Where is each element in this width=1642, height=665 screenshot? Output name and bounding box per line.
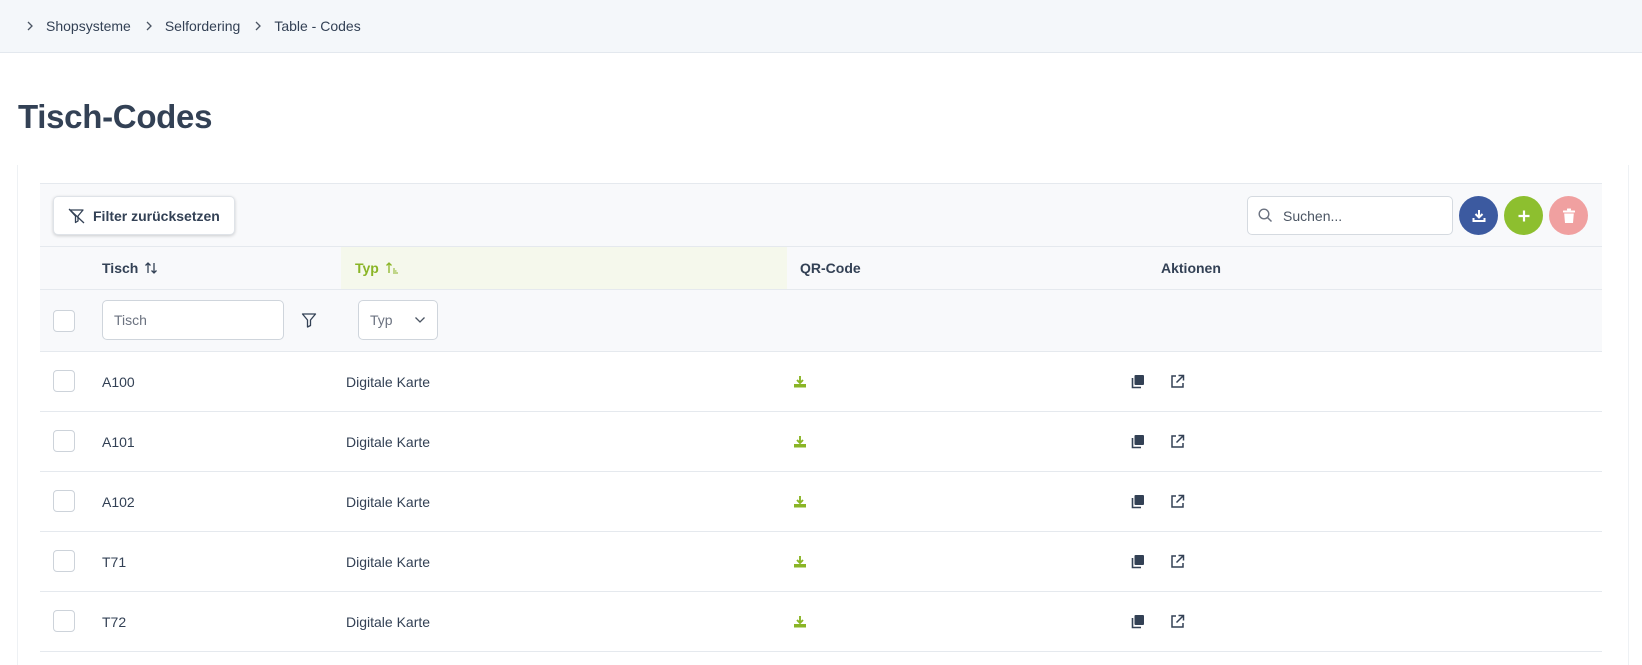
copy-icon[interactable] bbox=[1130, 614, 1145, 629]
external-link-icon[interactable] bbox=[1170, 374, 1185, 389]
breadcrumb-label[interactable]: Shopsysteme bbox=[46, 18, 131, 34]
breadcrumb-item-table-codes: Table - Codes bbox=[250, 18, 370, 34]
chevron-right-icon bbox=[27, 21, 33, 31]
typ-cell: Digitale Karte bbox=[346, 433, 431, 450]
chevron-right-icon bbox=[146, 21, 152, 31]
typ-cell: Digitale Karte bbox=[346, 373, 431, 390]
column-header-label: Typ bbox=[355, 260, 379, 276]
row-checkbox[interactable] bbox=[53, 430, 75, 452]
download-button[interactable] bbox=[1459, 196, 1498, 235]
row-checkbox[interactable] bbox=[53, 370, 75, 392]
row-checkbox[interactable] bbox=[53, 550, 75, 572]
copy-icon[interactable] bbox=[1130, 374, 1145, 389]
download-icon bbox=[1472, 209, 1485, 222]
copy-icon[interactable] bbox=[1130, 434, 1145, 449]
column-header-label: Tisch bbox=[102, 260, 139, 276]
breadcrumb: Shopsysteme Selfordering Table - Codes bbox=[0, 0, 1642, 53]
copy-icon[interactable] bbox=[1130, 494, 1145, 509]
column-header-typ[interactable]: Typ bbox=[341, 247, 787, 289]
filter-clear-icon bbox=[68, 208, 85, 223]
plus-icon bbox=[1518, 210, 1529, 221]
tisch-cell: T72 bbox=[102, 613, 127, 630]
tisch-cell: A101 bbox=[102, 433, 135, 450]
row-checkbox[interactable] bbox=[53, 490, 75, 512]
tisch-cell: T71 bbox=[102, 553, 127, 570]
typ-filter-placeholder: Typ bbox=[370, 312, 393, 328]
chevron-right-icon bbox=[255, 21, 262, 31]
column-header-tisch[interactable]: Tisch bbox=[102, 247, 158, 289]
breadcrumb-item-shopsysteme[interactable]: Shopsysteme bbox=[22, 18, 141, 34]
tisch-cell: A100 bbox=[102, 373, 135, 390]
search-field[interactable] bbox=[1247, 196, 1453, 235]
external-link-icon[interactable] bbox=[1170, 494, 1185, 509]
column-header-label: QR-Code bbox=[800, 260, 861, 276]
delete-button[interactable] bbox=[1549, 196, 1588, 235]
chevron-down-icon bbox=[415, 317, 425, 323]
typ-cell: Digitale Karte bbox=[346, 613, 431, 630]
table-row: T72 Digitale Karte bbox=[40, 592, 1602, 652]
qr-download-icon[interactable] bbox=[793, 375, 807, 389]
external-link-icon[interactable] bbox=[1170, 614, 1185, 629]
external-link-icon[interactable] bbox=[1170, 434, 1185, 449]
breadcrumb-label: Table - Codes bbox=[274, 18, 361, 34]
qr-download-icon[interactable] bbox=[793, 615, 807, 629]
filter-icon[interactable] bbox=[301, 312, 317, 328]
trash-icon bbox=[1562, 208, 1575, 223]
tisch-filter-input[interactable] bbox=[102, 300, 284, 340]
filter-row: Typ bbox=[40, 290, 1602, 352]
typ-cell: Digitale Karte bbox=[346, 493, 431, 510]
qr-download-icon[interactable] bbox=[793, 555, 807, 569]
column-header-label: Aktionen bbox=[1161, 260, 1221, 276]
page-title: Tisch-Codes bbox=[18, 98, 213, 135]
row-checkbox[interactable] bbox=[53, 610, 75, 632]
table-row: A100 Digitale Karte bbox=[40, 352, 1602, 412]
breadcrumb-label[interactable]: Selfordering bbox=[165, 18, 241, 34]
table-header: Tisch Typ QR-Code Aktionen bbox=[40, 247, 1602, 290]
search-input[interactable] bbox=[1283, 207, 1433, 224]
sort-ascending-icon bbox=[385, 262, 398, 274]
add-button[interactable] bbox=[1504, 196, 1543, 235]
column-header-aktionen: Aktionen bbox=[1161, 247, 1221, 289]
sort-icon bbox=[145, 262, 158, 274]
external-link-icon[interactable] bbox=[1170, 554, 1185, 569]
select-all-checkbox[interactable] bbox=[53, 310, 75, 332]
typ-filter-select[interactable]: Typ bbox=[358, 300, 438, 340]
breadcrumb-item-selfordering[interactable]: Selfordering bbox=[141, 18, 251, 34]
column-header-qr-code: QR-Code bbox=[800, 247, 861, 289]
search-icon bbox=[1258, 208, 1273, 223]
table-row: T71 Digitale Karte bbox=[40, 532, 1602, 592]
typ-cell: Digitale Karte bbox=[346, 553, 431, 570]
table-toolbar: Filter zurücksetzen bbox=[40, 183, 1602, 247]
table-row: A102 Digitale Karte bbox=[40, 472, 1602, 532]
qr-download-icon[interactable] bbox=[793, 435, 807, 449]
qr-download-icon[interactable] bbox=[793, 495, 807, 509]
table-row: A101 Digitale Karte bbox=[40, 412, 1602, 472]
reset-filter-button[interactable]: Filter zurücksetzen bbox=[53, 196, 235, 235]
copy-icon[interactable] bbox=[1130, 554, 1145, 569]
reset-filter-label: Filter zurücksetzen bbox=[93, 207, 220, 224]
tisch-cell: A102 bbox=[102, 493, 135, 510]
